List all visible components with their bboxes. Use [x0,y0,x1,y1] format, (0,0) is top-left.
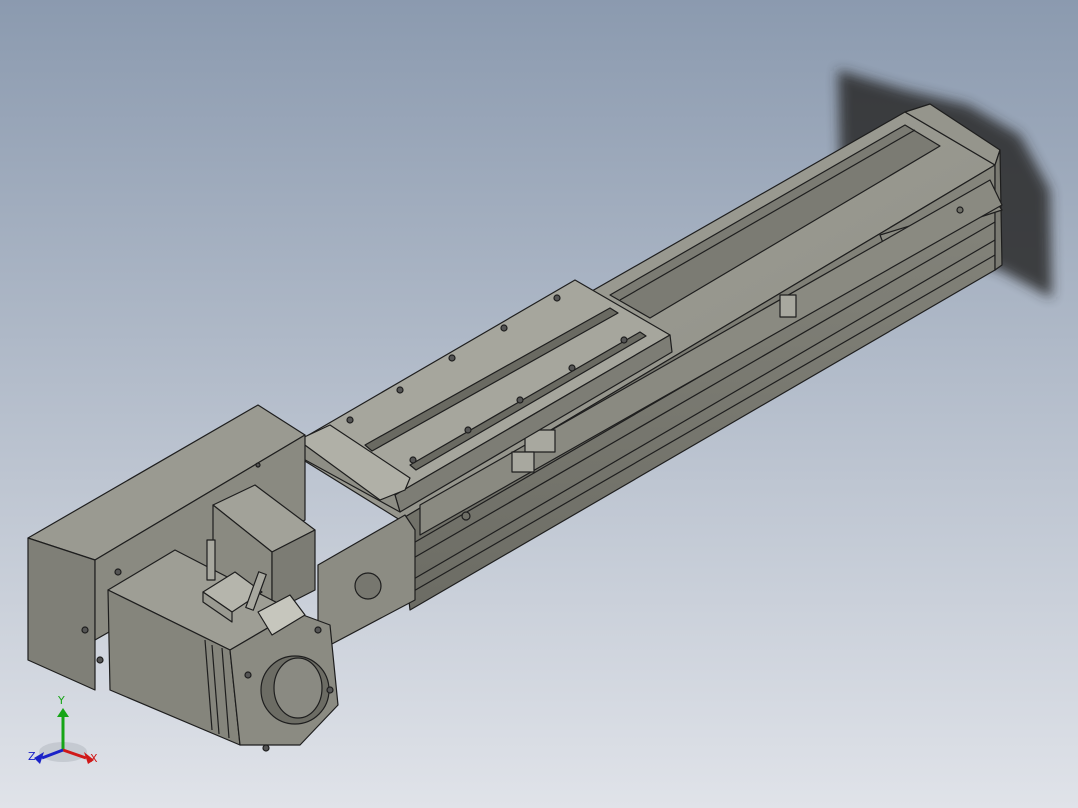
model-scene[interactable] [0,0,1078,808]
graphics-viewport[interactable]: Y X Z [0,0,1078,808]
y-axis-label: Y [58,694,65,707]
x-axis-label: X [90,752,98,765]
z-axis-label: Z [28,750,36,763]
